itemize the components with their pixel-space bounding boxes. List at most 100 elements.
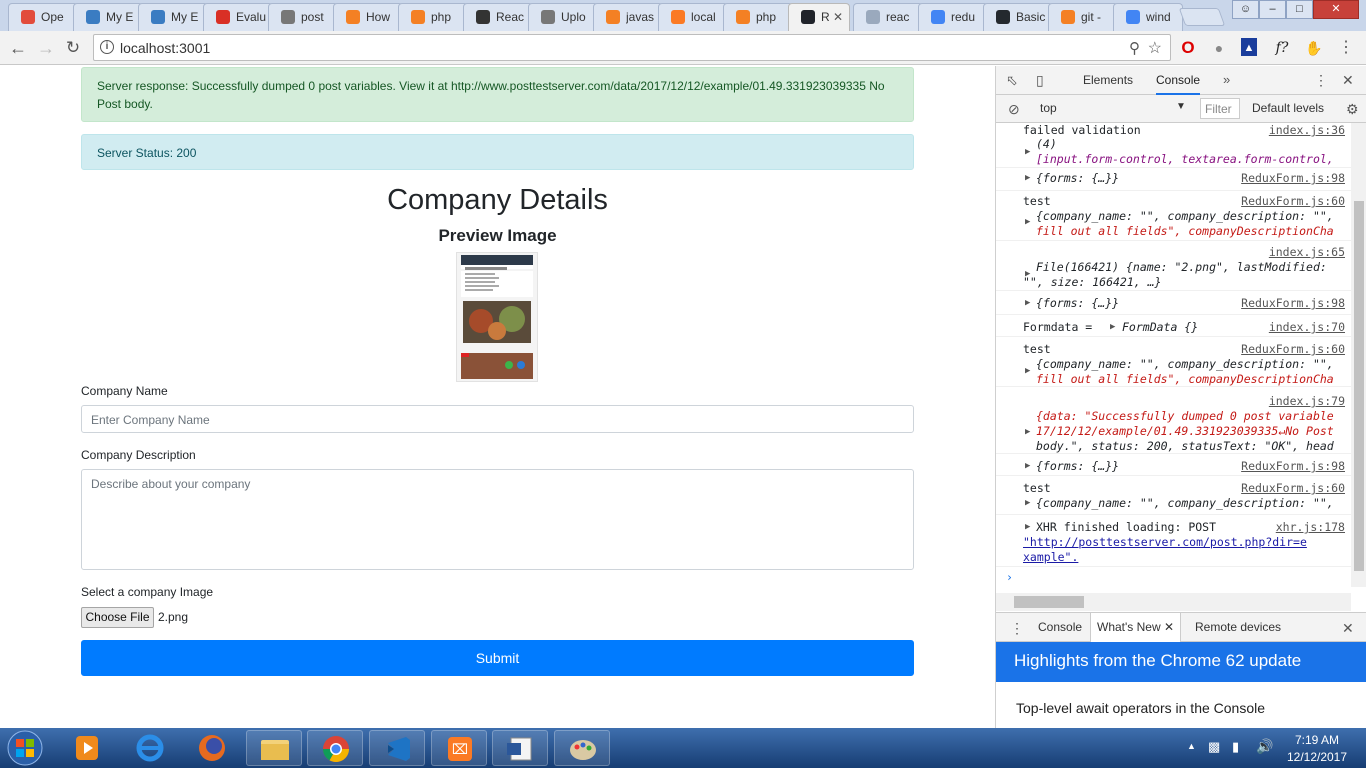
more-tabs-icon[interactable]: » [1223,72,1230,88]
xampp-icon[interactable]: ⌧ [431,730,487,766]
formula-extension-icon[interactable]: f? [1272,38,1292,58]
drawer-menu-icon[interactable]: ⋮ [1010,620,1024,636]
chrome-icon[interactable] [307,730,363,766]
expand-triangle-icon[interactable]: ▶ [1025,215,1030,230]
expand-triangle-icon[interactable]: ▶ [1025,425,1030,440]
browser-tab[interactable]: Reac [463,3,533,31]
console-prompt-icon[interactable]: › [1006,570,1013,585]
user-icon[interactable]: ☺ [1232,0,1259,19]
drawer-tab-console[interactable]: Console [1038,613,1082,643]
close-devtools-icon[interactable]: ✕ [1342,72,1354,88]
log-levels-dropdown[interactable]: Default levels [1252,101,1324,115]
chevron-down-icon[interactable]: ▼ [1176,101,1186,112]
extension-flag-icon[interactable]: ▲ [1241,38,1257,56]
extension-hand-icon[interactable]: ✋ [1304,38,1324,58]
network-device-icon[interactable]: ▩ [1208,739,1220,755]
site-info-icon[interactable]: i [100,40,114,54]
paint-icon[interactable] [554,730,610,766]
browser-tab[interactable]: reac [853,3,923,31]
clear-console-icon[interactable]: ⊘ [1008,101,1020,117]
firefox-icon[interactable] [184,730,240,766]
close-drawer-icon[interactable]: ✕ [1342,620,1354,636]
close-tab-icon[interactable]: ✕ [1164,620,1174,634]
back-icon[interactable]: ← [7,37,29,59]
request-url-link[interactable]: xample". [1023,550,1078,565]
browser-tab[interactable]: redu [918,3,988,31]
close-window-icon[interactable]: ✕ [1313,0,1359,19]
browser-tab[interactable]: php [723,3,793,31]
browser-tab[interactable]: Basic [983,3,1053,31]
expand-triangle-icon[interactable]: ▶ [1110,320,1115,335]
new-tab-button[interactable] [1178,8,1226,26]
log-object[interactable]: [input.form-control, textarea.form-contr… [1036,152,1334,167]
volume-icon[interactable]: 🔊 [1256,738,1273,755]
expand-triangle-icon[interactable]: ▶ [1025,171,1030,186]
browser-tab[interactable]: Evalu [203,3,273,31]
log-object[interactable]: body.", status: 200, statusText: "OK", h… [1036,439,1334,454]
minimize-icon[interactable]: – [1259,0,1286,19]
expand-triangle-icon[interactable]: ▶ [1025,296,1030,311]
context-selector[interactable]: top [1040,101,1057,115]
expand-triangle-icon[interactable]: ▶ [1025,364,1030,379]
zoom-icon[interactable]: ⚲ [1129,39,1140,57]
opera-extension-icon[interactable]: O [1178,38,1198,58]
signal-icon[interactable]: ▮ [1232,739,1239,755]
log-object[interactable]: {forms: {…}} [1036,296,1119,311]
chrome-menu-icon[interactable]: ⋮ [1336,38,1356,58]
vscode-icon[interactable] [369,730,425,766]
word-icon[interactable] [492,730,548,766]
extension-icon[interactable]: ● [1209,38,1229,58]
log-object[interactable]: {forms: {…}} [1036,459,1119,474]
show-hidden-icons[interactable]: ▲ [1187,741,1196,751]
tab-elements[interactable]: Elements [1083,66,1133,95]
clock-time[interactable]: 7:19 AM [1282,733,1352,747]
source-link[interactable]: ReduxForm.js:60 [1241,194,1345,209]
drawer-tab-remote-devices[interactable]: Remote devices [1195,613,1281,643]
log-object[interactable]: FormData {} [1122,320,1198,335]
device-toolbar-icon[interactable]: ▯ [1036,72,1044,88]
console-vertical-scrollbar[interactable] [1351,123,1366,587]
expand-triangle-icon[interactable]: ▶ [1025,520,1030,535]
browser-tab[interactable]: Uplo [528,3,598,31]
bookmark-star-icon[interactable]: ☆ [1148,38,1162,58]
expand-triangle-icon[interactable]: ▶ [1025,459,1030,474]
drawer-tab-whats-new[interactable]: What's New ✕ [1090,613,1182,643]
maximize-icon[interactable]: □ [1286,0,1313,19]
console-settings-icon[interactable]: ⚙ [1346,101,1359,117]
log-object[interactable]: File(166421) {name: "2.png", lastModifie… [1036,260,1327,275]
log-object[interactable]: 17/12/12/example/01.49.331923039335↵No P… [1036,424,1334,439]
close-tab-icon[interactable]: ✕ [833,10,843,24]
source-link[interactable]: index.js:79 [1269,394,1345,409]
request-url-link[interactable]: "http://posttestserver.com/post.php?dir=… [1023,535,1307,550]
address-bar[interactable]: i localhost:3001 ⚲ ☆ [93,34,1171,61]
log-object[interactable]: {forms: {…}} [1036,171,1119,186]
log-object[interactable]: {company_name: "", company_description: … [1036,357,1334,372]
source-link[interactable]: ReduxForm.js:98 [1241,459,1345,474]
source-link[interactable]: index.js:70 [1269,320,1345,335]
browser-tab[interactable]: My E [138,3,208,31]
source-link[interactable]: ReduxForm.js:60 [1241,342,1345,357]
source-link[interactable]: index.js:36 [1269,123,1345,138]
browser-tab[interactable]: My E [73,3,143,31]
inspect-element-icon[interactable]: ⬁ [1006,72,1018,88]
log-object[interactable]: fill out all fields", companyDescription… [1036,224,1334,239]
browser-tab[interactable]: wind [1113,3,1183,31]
browser-tab[interactable]: php [398,3,468,31]
forward-icon[interactable]: → [35,37,57,59]
choose-file-button[interactable]: Choose File [81,607,154,628]
company-description-textarea[interactable]: Describe about your company [81,469,914,570]
browser-tab[interactable]: javas [593,3,663,31]
whats-new-item[interactable]: Top-level await operators in the Console [1016,700,1265,716]
browser-tab[interactable]: Ope [8,3,78,31]
source-link[interactable]: xhr.js:178 [1276,520,1345,535]
console-horizontal-scrollbar[interactable] [996,593,1351,611]
media-player-icon[interactable] [60,730,116,766]
log-object[interactable]: {data: "Successfully dumped 0 post varia… [1036,409,1334,424]
explorer-icon[interactable] [246,730,302,766]
browser-tab[interactable]: How [333,3,403,31]
log-object[interactable]: fill out all fields", companyDescription… [1036,372,1334,387]
source-link[interactable]: ReduxForm.js:98 [1241,171,1345,186]
clock-date[interactable]: 12/12/2017 [1282,750,1352,764]
log-object[interactable]: {company_name: "", company_description: … [1036,209,1334,224]
expand-triangle-icon[interactable]: ▶ [1025,145,1030,160]
